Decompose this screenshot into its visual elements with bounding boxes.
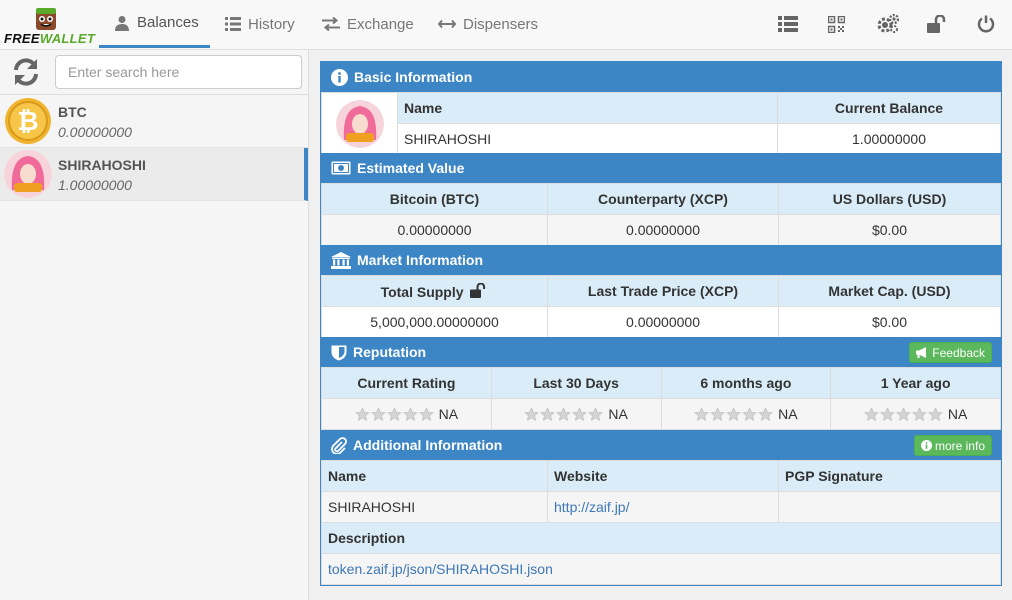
top-navbar: FREEWALLET Balances History Exchange Dis… [0, 0, 1012, 50]
col-current-balance: Current Balance [777, 92, 1001, 124]
token-image [335, 99, 384, 148]
star-rating-icon [524, 407, 604, 422]
list-icon [225, 17, 241, 31]
asset-balance: 0.00000000 [58, 124, 132, 140]
list-view-icon[interactable] [777, 13, 799, 35]
market-info-panel: Market Information Total Supply Last Tra… [320, 245, 1002, 339]
rating-cell: NA [830, 398, 1001, 430]
wallet-mascot-icon [36, 8, 56, 30]
user-icon [115, 15, 129, 31]
col-name: Name [321, 460, 548, 492]
col-last-trade-price: Last Trade Price (XCP) [547, 275, 779, 307]
asset-sidebar: ₿ BTC 0.00000000 SHIRAHOSHI 1.00000000 [0, 50, 309, 600]
bitcoin-icon: ₿ [4, 97, 52, 145]
rating-cell: NA [321, 398, 492, 430]
tab-balances[interactable]: Balances [99, 0, 210, 48]
power-icon[interactable] [975, 13, 997, 35]
pgp-signature-value [778, 491, 1001, 523]
last-trade-price-value: 0.00000000 [547, 306, 779, 338]
tab-history[interactable]: History [225, 0, 295, 48]
star-rating-icon [864, 407, 944, 422]
col-website: Website [547, 460, 779, 492]
description-link[interactable]: token.zaif.jp/json/SHIRAHOSHI.json [328, 561, 553, 577]
estimated-value-panel: Estimated Value Bitcoin (BTC) Counterpar… [320, 153, 1002, 247]
col-counterparty: Counterparty (XCP) [547, 183, 779, 215]
col-name: Name [397, 92, 778, 124]
refresh-button[interactable] [10, 56, 42, 88]
current-balance-value: 1.00000000 [777, 123, 1001, 155]
asset-name-value: SHIRAHOSHI [321, 491, 548, 523]
col-last-30-days: Last 30 Days [490, 367, 662, 399]
total-supply-value: 5,000,000.00000000 [321, 306, 548, 338]
additional-info-panel: Additional Information more info Name We… [320, 430, 1002, 586]
panel-header: Basic Information [321, 62, 1001, 92]
exchange-icon [322, 17, 340, 31]
sidebar-toolbar [0, 50, 308, 95]
more-info-button[interactable]: more info [913, 435, 992, 456]
col-6-months-ago: 6 months ago [660, 367, 832, 399]
star-rating-icon [694, 407, 774, 422]
col-pgp-signature: PGP Signature [778, 460, 1001, 492]
xcp-value: 0.00000000 [547, 214, 779, 246]
asset-name: SHIRAHOSHI [58, 157, 146, 173]
asset-item-shirahoshi[interactable]: SHIRAHOSHI 1.00000000 [0, 148, 308, 201]
star-rating-icon [354, 407, 435, 422]
panel-header: Estimated Value [321, 153, 1001, 183]
settings-icon[interactable] [877, 13, 899, 35]
unlocked-supply-icon[interactable] [470, 282, 488, 298]
bank-icon [331, 251, 351, 269]
asset-balance: 1.00000000 [58, 177, 132, 193]
asset-name-value: SHIRAHOSHI [397, 123, 778, 155]
feedback-button[interactable]: Feedback [909, 342, 992, 363]
refresh-icon [14, 58, 38, 86]
website-link[interactable]: http://zaif.jp/ [554, 499, 629, 515]
col-current-rating: Current Rating [321, 367, 492, 399]
col-usd: US Dollars (USD) [778, 183, 1001, 215]
panel-header: Market Information [321, 245, 1001, 275]
megaphone-icon [916, 347, 927, 358]
unlock-icon[interactable] [926, 13, 948, 35]
col-market-cap: Market Cap. (USD) [778, 275, 1001, 307]
paperclip-icon [331, 436, 347, 454]
shield-icon [331, 345, 347, 360]
info-icon [331, 68, 348, 86]
tab-exchange[interactable]: Exchange [322, 0, 414, 48]
asset-name: BTC [58, 104, 87, 120]
market-cap-value: $0.00 [778, 306, 1001, 338]
panel-header: Additional Information more info [321, 430, 1001, 460]
panel-header: Reputation Feedback [321, 337, 1001, 367]
money-icon [331, 161, 351, 175]
col-total-supply: Total Supply [321, 275, 548, 307]
usd-value: $0.00 [778, 214, 1001, 246]
tab-dispensers[interactable]: Dispensers [438, 0, 538, 48]
info-icon [920, 440, 932, 451]
svg-text:₿: ₿ [17, 106, 38, 136]
reputation-panel: Reputation Feedback Current Rating Last … [320, 337, 1002, 431]
col-1-year-ago: 1 Year ago [830, 367, 1001, 399]
col-bitcoin: Bitcoin (BTC) [321, 183, 548, 215]
rating-cell: NA [660, 398, 832, 430]
basic-info-panel: Basic Information Name Current Balance S… [320, 61, 1002, 156]
asset-details: Basic Information Name Current Balance S… [309, 50, 1012, 600]
search-input[interactable] [55, 55, 302, 89]
btc-value: 0.00000000 [321, 214, 548, 246]
qr-code-icon[interactable] [825, 13, 847, 35]
dispenser-icon [438, 19, 456, 29]
shirahoshi-token-icon [4, 150, 52, 198]
rating-cell: NA [490, 398, 662, 430]
asset-item-btc[interactable]: ₿ BTC 0.00000000 [0, 95, 308, 148]
logo-text: FREEWALLET [4, 31, 96, 46]
description-label: Description [321, 522, 1001, 554]
freewallet-logo[interactable]: FREEWALLET [2, 4, 96, 46]
